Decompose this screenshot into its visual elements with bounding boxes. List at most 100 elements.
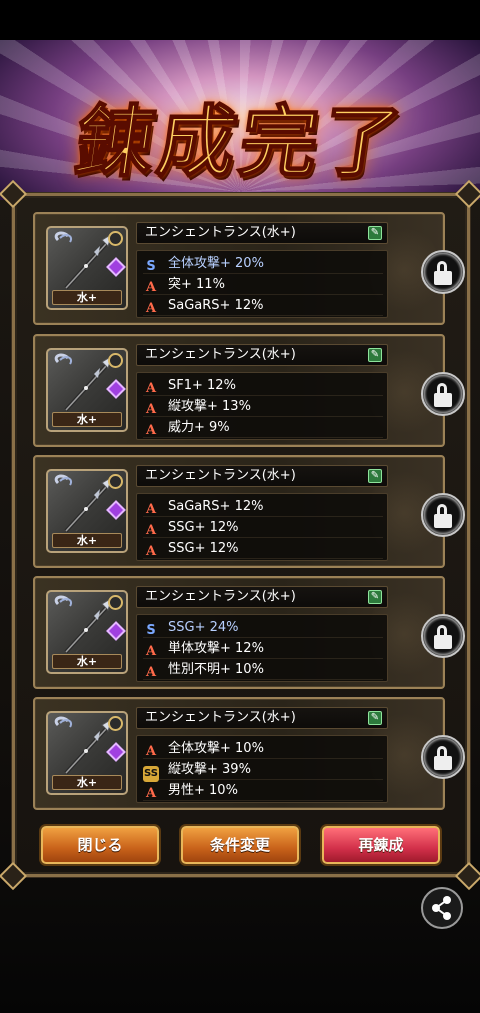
weapon-name: エンシェントランス(水+) [145, 347, 296, 362]
weapon-result-card: 水+ エンシェントランス(水+) ✎ A 全体攻撃+ 10% SS 縦攻撃+ 39%… [33, 697, 465, 810]
element-label: 水+ [52, 775, 122, 790]
stat-line: A SSG+ 12% [143, 517, 383, 538]
unlock-icon-body [434, 271, 452, 285]
stat-line: A 単体攻撃+ 12% [143, 638, 383, 659]
element-label: 水+ [52, 533, 122, 548]
a-rank-icon: A [145, 502, 157, 517]
a-rank-icon: A [145, 381, 157, 396]
stat-text: 縦攻撃+ 13% [168, 399, 251, 414]
weapon-name: エンシェントランス(水+) [145, 589, 296, 604]
weapon-name: エンシェントランス(水+) [145, 710, 296, 725]
slot-badge [108, 595, 123, 610]
stat-line: A 威力+ 9% [143, 417, 383, 438]
weapon-icon-box[interactable]: 水+ [46, 226, 128, 310]
unlock-icon-body [434, 514, 452, 528]
stat-text: 性別不明+ 10% [168, 662, 264, 677]
edit-icon[interactable]: ✎ [368, 469, 382, 483]
stat-text: 全体攻撃+ 10% [168, 741, 264, 756]
weapon-name-bar: エンシェントランス(水+) ✎ [136, 586, 388, 608]
a-rank-icon: A [145, 544, 157, 559]
stat-text: SSG+ 12% [168, 541, 239, 556]
weapon-result-card: 水+ エンシェントランス(水+) ✎ S 全体攻撃+ 20% A 突+ 11% AS… [33, 212, 465, 325]
edit-icon[interactable]: ✎ [368, 711, 382, 725]
a-rank-icon: A [145, 786, 157, 801]
stat-text: 男性+ 10% [168, 783, 238, 798]
weapon-result-card: 水+ エンシェントランス(水+) ✎ A SaGaRS+ 12% A SSG+ 12… [33, 455, 465, 568]
a-rank-icon: A [145, 744, 157, 759]
lock-toggle-button[interactable] [421, 735, 465, 779]
stat-text: SSG+ 12% [168, 520, 239, 535]
lock-toggle-button[interactable] [421, 493, 465, 537]
stat-line: A 全体攻撃+ 10% [143, 738, 383, 759]
lock-toggle-button[interactable] [421, 614, 465, 658]
unlock-icon-body [434, 756, 452, 770]
share-icon [432, 896, 451, 920]
weapon-name-bar: エンシェントランス(水+) ✎ [136, 222, 388, 244]
weapon-result-card: 水+ エンシェントランス(水+) ✎ S SSG+ 24% A 単体攻撃+ 12% … [33, 576, 465, 689]
unlock-icon-body [434, 393, 452, 407]
stat-line: SS 縦攻撃+ 39% [143, 759, 383, 782]
edit-icon[interactable]: ✎ [368, 226, 382, 240]
weapon-name: エンシェントランス(水+) [145, 468, 296, 483]
weapon-name-bar: エンシェントランス(水+) ✎ [136, 707, 388, 729]
a-rank-icon: A [145, 644, 157, 659]
s-rank-icon: S [146, 623, 156, 638]
a-rank-icon: A [145, 665, 157, 680]
stat-text: 突+ 11% [168, 277, 225, 292]
element-label: 水+ [52, 412, 122, 427]
a-rank-icon: A [145, 280, 157, 295]
stat-text: SaGaRS+ 12% [168, 499, 264, 514]
lock-toggle-button[interactable] [421, 250, 465, 294]
stats-list: A SF1+ 12% A 縦攻撃+ 13% A 威力+ 9% [136, 372, 388, 440]
stat-line: A 縦攻撃+ 13% [143, 396, 383, 417]
weapon-name-bar: エンシェントランス(水+) ✎ [136, 344, 388, 366]
a-rank-icon: A [145, 301, 157, 316]
a-rank-icon: A [145, 402, 157, 417]
slot-badge [108, 353, 123, 368]
stat-text: 単体攻撃+ 12% [168, 641, 264, 656]
stat-text: 縦攻撃+ 39% [168, 762, 251, 777]
element-label: 水+ [52, 654, 122, 669]
stat-text: SaGaRS+ 12% [168, 298, 264, 313]
stat-line: A 突+ 11% [143, 274, 383, 295]
a-rank-icon: A [145, 423, 157, 438]
change-conditions-button[interactable]: 条件変更 [181, 826, 299, 864]
stats-list: A 全体攻撃+ 10% SS 縦攻撃+ 39% A 男性+ 10% [136, 735, 388, 803]
a-rank-icon: A [145, 523, 157, 538]
weapon-name-bar: エンシェントランス(水+) ✎ [136, 465, 388, 487]
stats-list: S SSG+ 24% A 単体攻撃+ 12% A 性別不明+ 10% [136, 614, 388, 682]
unlock-icon-body [434, 635, 452, 649]
stat-line: S 全体攻撃+ 20% [143, 253, 383, 274]
close-button[interactable]: 閉じる [41, 826, 159, 864]
stat-text: SF1+ 12% [168, 378, 236, 393]
retry-refine-button[interactable]: 再錬成 [322, 826, 440, 864]
stat-text: 全体攻撃+ 20% [168, 256, 264, 271]
stat-text: SSG+ 24% [168, 620, 239, 635]
stats-list: S 全体攻撃+ 20% A 突+ 11% A SaGaRS+ 12% [136, 250, 388, 318]
s-rank-icon: S [146, 259, 156, 274]
weapon-icon-box[interactable]: 水+ [46, 469, 128, 553]
stat-line: A SaGaRS+ 12% [143, 496, 383, 517]
weapon-icon-box[interactable]: 水+ [46, 348, 128, 432]
slot-badge [108, 716, 123, 731]
lock-toggle-button[interactable] [421, 372, 465, 416]
stat-line: S SSG+ 24% [143, 617, 383, 638]
edit-icon[interactable]: ✎ [368, 348, 382, 362]
weapon-icon-box[interactable]: 水+ [46, 711, 128, 795]
page-title: 錬成完了 [69, 96, 412, 189]
stat-text: 威力+ 9% [168, 420, 230, 435]
weapon-name: エンシェントランス(水+) [145, 225, 296, 240]
weapon-result-card: 水+ エンシェントランス(水+) ✎ A SF1+ 12% A 縦攻撃+ 13% A… [33, 334, 465, 447]
stat-line: A SF1+ 12% [143, 375, 383, 396]
stat-line: A 性別不明+ 10% [143, 659, 383, 680]
element-label: 水+ [52, 290, 122, 305]
stat-line: A SaGaRS+ 12% [143, 295, 383, 316]
stat-line: A SSG+ 12% [143, 538, 383, 559]
edit-icon[interactable]: ✎ [368, 590, 382, 604]
stats-list: A SaGaRS+ 12% A SSG+ 12% A SSG+ 12% [136, 493, 388, 561]
slot-badge [108, 231, 123, 246]
share-button[interactable] [421, 887, 463, 929]
slot-badge [108, 474, 123, 489]
stat-line: A 男性+ 10% [143, 780, 383, 801]
weapon-icon-box[interactable]: 水+ [46, 590, 128, 674]
